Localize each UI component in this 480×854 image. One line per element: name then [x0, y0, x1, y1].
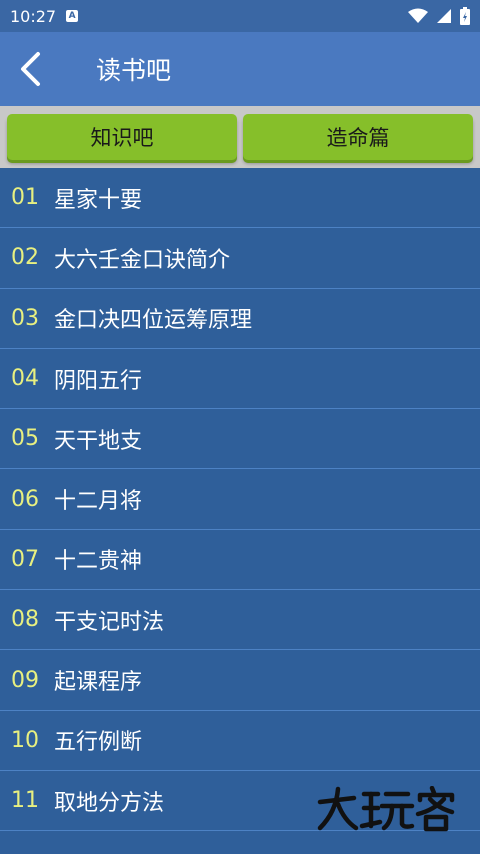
item-number: 10 — [11, 727, 39, 753]
item-number: 03 — [11, 305, 39, 331]
item-number: 07 — [11, 546, 39, 572]
item-label: 干支记时法 — [54, 609, 165, 635]
item-label: 取地分方法 — [54, 790, 165, 816]
item-label: 星家十要 — [54, 187, 143, 213]
item-number: 05 — [11, 426, 39, 452]
item-label: 天干地支 — [54, 428, 143, 454]
list-item[interactable]: 01 星家十要 — [0, 168, 480, 229]
list-item[interactable]: 07 十二贵神 — [0, 530, 480, 591]
item-number: 01 — [11, 185, 39, 211]
signal-icon — [437, 9, 451, 23]
toolbar: 读书吧 — [0, 32, 480, 106]
item-label: 大六壬金口诀简介 — [54, 247, 231, 273]
status-time: 10:27 — [10, 6, 57, 26]
notification-icon: A — [66, 10, 79, 22]
item-label: 起课程序 — [54, 670, 143, 696]
item-number: 08 — [11, 607, 39, 633]
list-item[interactable]: 04 阴阳五行 — [0, 349, 480, 410]
item-number: 02 — [11, 245, 39, 271]
status-left: 10:27 A — [10, 6, 79, 26]
item-label: 金口决四位运筹原理 — [54, 308, 253, 334]
status-right — [408, 7, 470, 25]
status-bar: 10:27 A — [0, 0, 480, 32]
chevron-left-icon — [21, 52, 40, 86]
list-item[interactable]: 08 干支记时法 — [0, 590, 480, 651]
tab-knowledge[interactable]: 知识吧 — [7, 114, 237, 160]
list-item[interactable]: 06 十二月将 — [0, 469, 480, 530]
battery-icon — [460, 7, 470, 25]
item-label: 五行例断 — [54, 730, 143, 756]
tab-bar: 知识吧 造命篇 — [0, 106, 480, 168]
list-item[interactable]: 03 金口决四位运筹原理 — [0, 289, 480, 349]
list-item[interactable]: 02 大六壬金口诀简介 — [0, 228, 480, 289]
watermark-logo — [317, 786, 455, 832]
list-item[interactable]: 09 起课程序 — [0, 650, 480, 711]
item-number: 06 — [11, 486, 39, 512]
item-number: 09 — [11, 667, 39, 693]
item-number: 11 — [11, 788, 39, 814]
tab-destiny[interactable]: 造命篇 — [243, 114, 473, 160]
list-item[interactable]: 10 五行例断 — [0, 711, 480, 771]
item-label: 阴阳五行 — [54, 368, 143, 394]
item-label: 十二月将 — [54, 489, 143, 515]
article-list: 01 星家十要 02 大六壬金口诀简介 03 金口决四位运筹原理 04 阴阳五行… — [0, 168, 480, 832]
list-item[interactable]: 05 天干地支 — [0, 409, 480, 470]
item-number: 04 — [11, 366, 39, 392]
wifi-icon — [408, 8, 428, 23]
back-button[interactable] — [0, 32, 60, 106]
item-label: 十二贵神 — [54, 549, 143, 575]
page-title: 读书吧 — [96, 56, 172, 85]
